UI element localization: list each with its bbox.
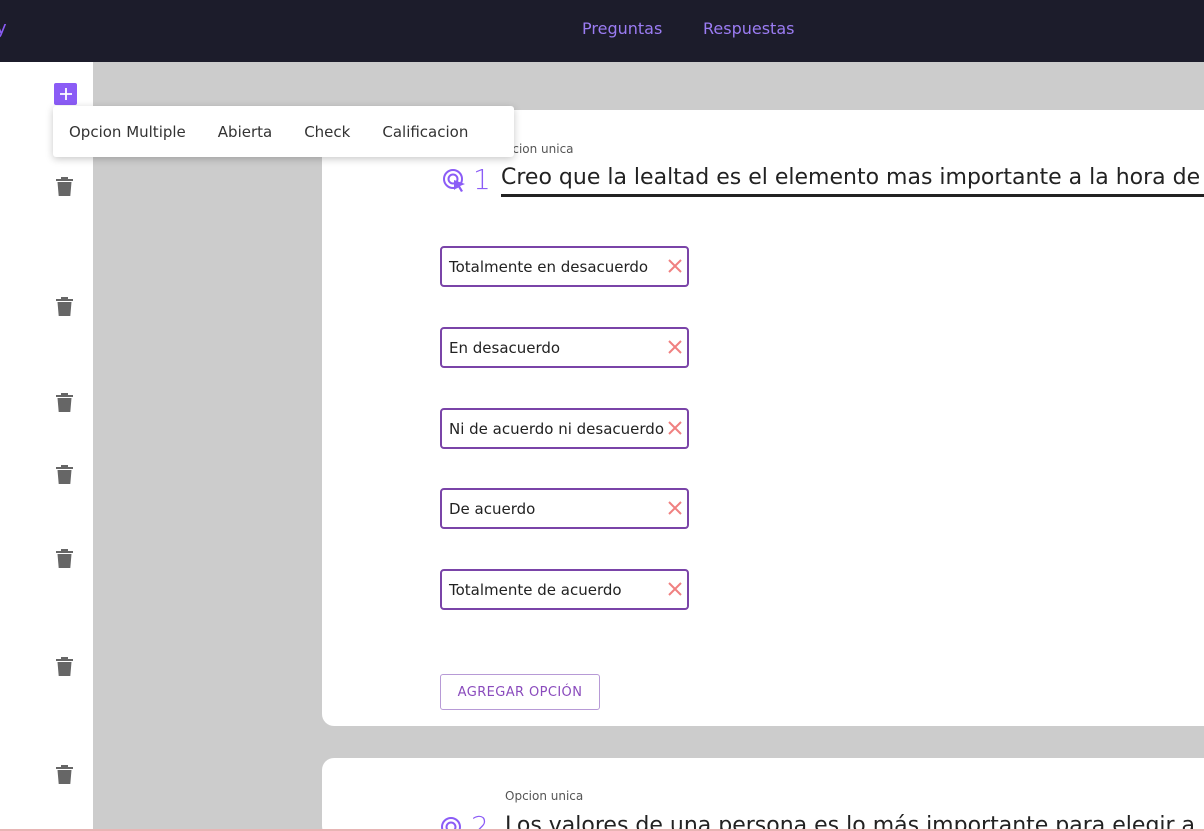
menu-item-calificacion[interactable]: Calificacion bbox=[366, 123, 484, 141]
top-navbar: y Preguntas Respuestas bbox=[0, 0, 1204, 62]
remove-option-icon[interactable] bbox=[667, 581, 683, 597]
option-label: Ni de acuerdo ni desacuerdo bbox=[449, 419, 665, 438]
remove-option-icon[interactable] bbox=[667, 258, 683, 274]
question-type-label: ocion unica bbox=[505, 142, 574, 156]
question-number: 2 bbox=[471, 810, 489, 831]
nav-preguntas[interactable]: Preguntas bbox=[582, 19, 662, 38]
trash-icon[interactable] bbox=[55, 464, 74, 485]
question-card: ocion unica 1 Creo que la lealtad es el … bbox=[322, 110, 1204, 726]
brand-logo[interactable]: y bbox=[0, 18, 7, 39]
remove-option-icon[interactable] bbox=[667, 500, 683, 516]
question-type-label: Opcion unica bbox=[505, 789, 584, 803]
option-field[interactable]: Totalmente de acuerdo bbox=[440, 569, 689, 610]
trash-icon[interactable] bbox=[55, 176, 74, 197]
menu-item-abierta[interactable]: Abierta bbox=[202, 123, 288, 141]
question-text-input[interactable]: Creo que la lealtad es el elemento mas i… bbox=[501, 165, 1204, 197]
option-field[interactable]: En desacuerdo bbox=[440, 327, 689, 368]
menu-item-opcion-multiple[interactable]: Opcion Multiple bbox=[53, 123, 202, 141]
option-field[interactable]: De acuerdo bbox=[440, 488, 689, 529]
trash-icon[interactable] bbox=[55, 392, 74, 413]
question-number: 1 bbox=[473, 163, 491, 196]
trash-icon[interactable] bbox=[55, 764, 74, 785]
option-field[interactable]: Ni de acuerdo ni desacuerdo bbox=[440, 408, 689, 449]
plus-icon bbox=[59, 88, 72, 100]
radio-cursor-icon bbox=[443, 169, 465, 192]
trash-icon[interactable] bbox=[55, 656, 74, 677]
option-field[interactable]: Totalmente en desacuerdo bbox=[440, 246, 689, 287]
menu-item-check[interactable]: Check bbox=[288, 123, 366, 141]
option-label: Totalmente en desacuerdo bbox=[449, 257, 649, 276]
sidebar bbox=[0, 62, 93, 831]
option-label: De acuerdo bbox=[449, 499, 536, 518]
add-question-button[interactable] bbox=[54, 83, 77, 105]
nav-respuestas[interactable]: Respuestas bbox=[703, 19, 794, 38]
option-label: En desacuerdo bbox=[449, 338, 561, 357]
remove-option-icon[interactable] bbox=[667, 420, 683, 436]
remove-option-icon[interactable] bbox=[667, 339, 683, 355]
option-label: Totalmente de acuerdo bbox=[449, 580, 622, 599]
add-option-button[interactable]: AGREGAR OPCIÓN bbox=[440, 674, 600, 710]
question-card: Opcion unica 2 Los valores de una person… bbox=[322, 758, 1204, 831]
question-type-menu: Opcion Multiple Abierta Check Calificaci… bbox=[53, 106, 514, 157]
trash-icon[interactable] bbox=[55, 548, 74, 569]
trash-icon[interactable] bbox=[55, 296, 74, 317]
